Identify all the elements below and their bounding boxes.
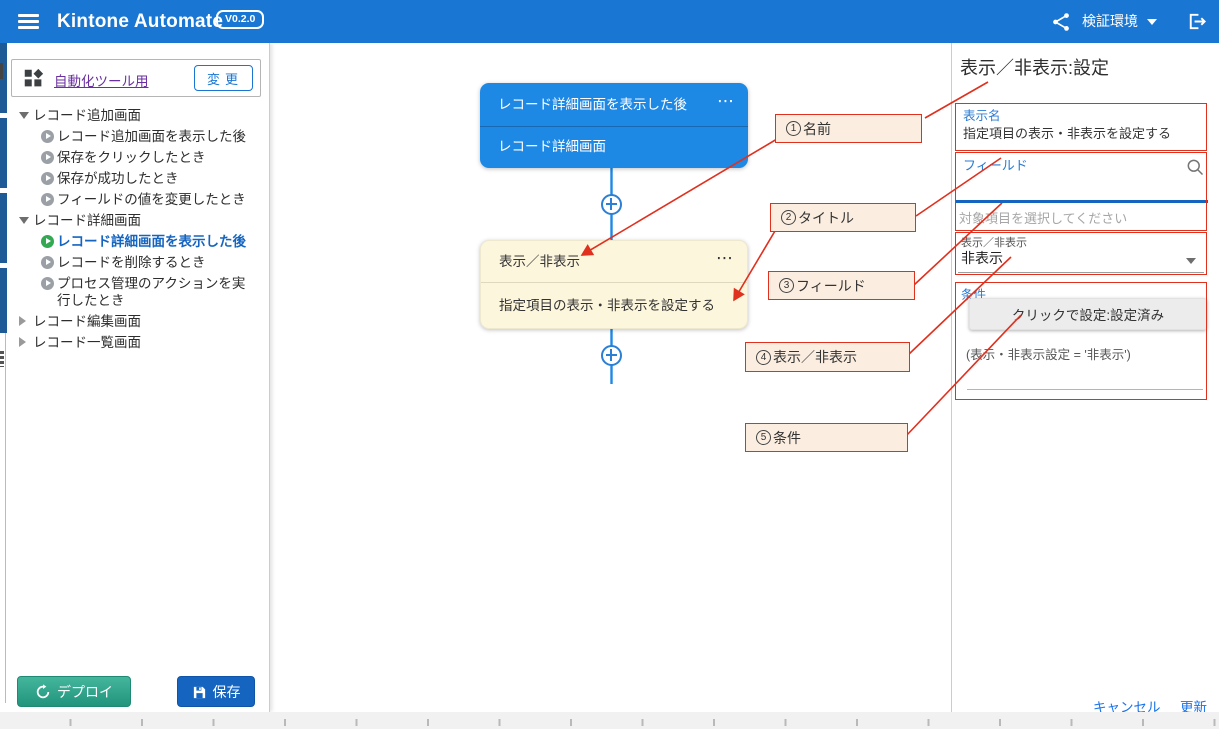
floppy-disk-icon bbox=[192, 685, 207, 700]
save-button[interactable]: 保存 bbox=[177, 676, 255, 707]
trigger-node[interactable]: レコード詳細画面を表示した後 ⋯ レコード詳細画面 bbox=[480, 83, 748, 168]
dropdown-caret-icon bbox=[1186, 258, 1196, 264]
tree-group-record-edit[interactable]: レコード編集画面 bbox=[7, 311, 270, 332]
event-icon bbox=[41, 172, 54, 185]
collapse-icon[interactable] bbox=[19, 112, 29, 119]
expand-icon[interactable] bbox=[19, 316, 26, 326]
sidebar-actions: デプロイ 保存 bbox=[7, 676, 270, 709]
deploy-button[interactable]: デプロイ bbox=[17, 676, 131, 707]
trigger-node-title: レコード詳細画面を表示した後 bbox=[498, 97, 687, 112]
tree-event[interactable]: プロセス管理のアクションを実行したとき bbox=[7, 273, 270, 311]
annotation-title: 2タイトル bbox=[770, 203, 916, 232]
event-icon bbox=[41, 277, 54, 290]
trigger-node-subtitle: レコード詳細画面 bbox=[480, 127, 748, 167]
more-options-icon[interactable]: ⋯ bbox=[717, 83, 735, 123]
logout-icon[interactable] bbox=[1185, 10, 1208, 33]
apps-icon bbox=[23, 68, 44, 89]
condition-set-button[interactable]: クリックで設定:設定済み bbox=[969, 298, 1207, 330]
annotation-name: 1名前 bbox=[775, 114, 922, 143]
collapse-icon[interactable] bbox=[19, 217, 29, 224]
tree-event[interactable]: 保存が成功したとき bbox=[7, 168, 270, 189]
tree-event[interactable]: 保存をクリックしたとき bbox=[7, 147, 270, 168]
display-name-value: 指定項目の表示・非表示を設定する bbox=[963, 123, 1171, 142]
panel-title: 表示／非表示:設定 bbox=[960, 54, 1109, 80]
app-title: Kintone Automate bbox=[57, 0, 223, 43]
condition-summary: (表示・非表示設定 = '非表示') bbox=[966, 344, 1131, 363]
app-name-link[interactable]: 自動化ツール用 bbox=[54, 70, 149, 90]
tree-event[interactable]: レコード追加画面を表示した後 bbox=[7, 126, 270, 147]
action-node-subtitle: 指定項目の表示・非表示を設定する bbox=[481, 283, 747, 328]
divider bbox=[967, 389, 1203, 390]
annotation-field: 3フィールド bbox=[768, 271, 915, 300]
menu-icon[interactable] bbox=[18, 14, 39, 29]
left-edge-strip bbox=[0, 43, 7, 712]
add-step-button[interactable] bbox=[601, 194, 622, 215]
event-tree: レコード追加画面 レコード追加画面を表示した後 保存をクリックしたとき 保存が成… bbox=[7, 105, 270, 353]
tree-group-record-detail[interactable]: レコード詳細画面 bbox=[7, 210, 270, 231]
field-input-underline bbox=[956, 200, 1208, 203]
event-icon bbox=[41, 130, 54, 143]
version-badge: V0.2.0 bbox=[216, 10, 264, 29]
flow-canvas[interactable]: レコード詳細画面を表示した後 ⋯ レコード詳細画面 表示／非表示 ⋯ 指定項目の… bbox=[270, 43, 951, 712]
visibility-dropdown[interactable]: 表示／非表示 非表示 bbox=[956, 232, 1208, 274]
action-node-title: 表示／非表示 bbox=[499, 254, 580, 269]
event-icon bbox=[41, 256, 54, 269]
environment-selector[interactable]: 検証環境 bbox=[1082, 0, 1138, 43]
chevron-down-icon[interactable] bbox=[1147, 19, 1157, 25]
action-node[interactable]: 表示／非表示 ⋯ 指定項目の表示・非表示を設定する bbox=[480, 240, 748, 329]
add-step-button[interactable] bbox=[601, 345, 622, 366]
sidebar: 自動化ツール用 変更 レコード追加画面 レコード追加画面を表示した後 保存をクリ… bbox=[7, 43, 270, 712]
change-app-button[interactable]: 変更 bbox=[194, 65, 253, 91]
event-icon bbox=[41, 193, 54, 206]
bottom-strip bbox=[0, 712, 1219, 729]
tree-event[interactable]: レコードを削除するとき bbox=[7, 252, 270, 273]
event-icon bbox=[41, 151, 54, 164]
display-name-label: 表示名 bbox=[963, 105, 1001, 124]
field-label: フィールド bbox=[963, 155, 1028, 174]
expand-icon[interactable] bbox=[19, 337, 26, 347]
visibility-value: 非表示 bbox=[961, 248, 1003, 268]
field-placeholder: 対象項目を選択してください bbox=[959, 208, 1127, 227]
tree-event-selected[interactable]: レコード詳細画面を表示した後 bbox=[7, 231, 270, 252]
share-icon[interactable] bbox=[1050, 11, 1072, 33]
annotation-visibility: 4表示／非表示 bbox=[745, 342, 910, 372]
app-selector-card: 自動化ツール用 変更 bbox=[11, 59, 261, 97]
field-search-input[interactable] bbox=[956, 173, 1208, 201]
event-icon-active bbox=[41, 235, 54, 248]
more-options-icon[interactable]: ⋯ bbox=[716, 240, 734, 279]
tree-event[interactable]: フィールドの値を変更したとき bbox=[7, 189, 270, 210]
tree-group-record-list[interactable]: レコード一覧画面 bbox=[7, 332, 270, 353]
settings-panel: 表示／非表示:設定 表示名 指定項目の表示・非表示を設定する フィールド 対象項… bbox=[951, 43, 1219, 712]
top-bar: Kintone Automate V0.2.0 検証環境 bbox=[0, 0, 1219, 43]
sync-icon bbox=[35, 684, 51, 700]
tree-group-record-add[interactable]: レコード追加画面 bbox=[7, 105, 270, 126]
ruler-ticks bbox=[0, 719, 1219, 726]
annotation-condition: 5条件 bbox=[745, 423, 908, 452]
